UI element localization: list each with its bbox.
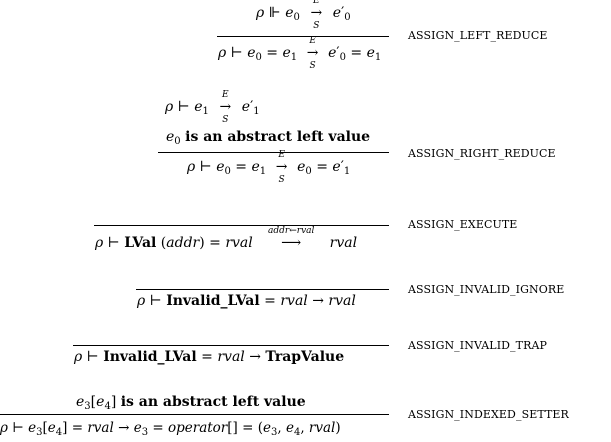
rule-name: ASSIGN_INVALID_IGNORE: [408, 283, 565, 296]
rule-conclusion: ρ ⊢ LVal (addr) = rval addr←rval ⟶ rval: [95, 226, 358, 252]
rule-name: ASSIGN_INDEXED_SETTER: [408, 408, 569, 421]
rule-name: ASSIGN_INVALID_TRAP: [408, 339, 548, 352]
rule-premise: e3[e4] is an abstract left value: [76, 394, 306, 412]
rule-conclusion: ρ ⊢ e0 = e1 E → S e′0 = e1: [218, 36, 382, 71]
rule-conclusion: ρ ⊢ e3[e4] = rval → e3 = operator[] = (e…: [0, 420, 341, 438]
inference-bar: [0, 414, 389, 415]
rule-name: ASSIGN_RIGHT_REDUCE: [408, 147, 556, 160]
rule-name: ASSIGN_LEFT_REDUCE: [408, 29, 548, 42]
rule-premise: ρ ⊩ e0 E → S e′0: [256, 0, 351, 31]
rule-conclusion: ρ ⊢ e0 = e1 E → S e0 = e′1: [187, 150, 351, 185]
rule-name: ASSIGN_EXECUTE: [408, 218, 518, 231]
inference-bar: [73, 345, 389, 346]
rule-premise: e0 is an abstract left value: [166, 129, 371, 147]
rule-conclusion: ρ ⊢ Invalid_LVal = rval → rval: [137, 293, 356, 309]
rule-conclusion: ρ ⊢ Invalid_LVal = rval → TrapValue: [74, 349, 345, 365]
rule-premise: ρ ⊢ e1 E → S e′1: [165, 90, 260, 125]
inference-bar: [94, 225, 389, 226]
inference-bar: [136, 289, 389, 290]
